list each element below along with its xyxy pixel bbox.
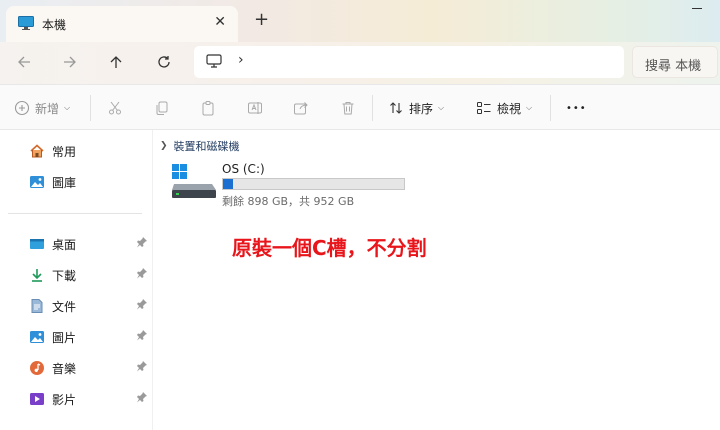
sidebar-item-label: 文件 <box>52 299 77 314</box>
sidebar-item-label: 音樂 <box>52 361 77 376</box>
chevron-down-icon: ⌵ <box>438 103 445 112</box>
documents-icon <box>28 297 46 315</box>
sidebar-item-music[interactable]: 音樂 <box>28 357 152 379</box>
sidebar-item-label: 圖庫 <box>52 175 77 190</box>
divider <box>372 95 373 121</box>
pin-icon[interactable] <box>136 267 148 279</box>
view-list-icon <box>477 102 491 114</box>
sort-icon <box>390 102 402 114</box>
forward-button[interactable] <box>58 50 82 74</box>
pane-divider <box>152 130 153 430</box>
drive-item-c[interactable]: OS (C:) 剩餘 898 GB，共 952 GB <box>172 160 412 208</box>
sidebar-item-label: 桌面 <box>52 237 77 252</box>
arrow-right-icon <box>64 56 76 68</box>
share-icon <box>294 102 308 115</box>
annotation-text: 原裝一個C槽，不分割 <box>232 236 427 260</box>
drive-usage-fill <box>223 179 234 189</box>
desktop-folder-icon <box>28 235 46 253</box>
sidebar-item-gallery[interactable]: 圖庫 <box>28 171 152 193</box>
drive-usage-bar <box>222 178 405 190</box>
sidebar-item-pictures[interactable]: 圖片 <box>28 326 152 348</box>
view-button[interactable]: 檢視 ⌵ <box>476 97 532 119</box>
navigation-bar: › 搜尋 本機 <box>0 42 720 84</box>
new-label: 新增 <box>35 101 60 116</box>
gallery-icon <box>28 173 46 191</box>
pin-icon[interactable] <box>136 298 148 310</box>
pin-icon[interactable] <box>136 391 148 403</box>
pictures-icon <box>28 328 46 346</box>
tab-this-pc[interactable]: 本機 ✕ <box>6 6 238 42</box>
back-button[interactable] <box>12 50 36 74</box>
sidebar-item-label: 影片 <box>52 392 77 407</box>
monitor-icon <box>18 16 34 30</box>
drive-space-info: 剩餘 898 GB，共 952 GB <box>222 195 355 208</box>
address-bar[interactable]: › <box>194 46 624 78</box>
paste-icon <box>202 101 214 116</box>
minimize-button[interactable] <box>692 8 702 9</box>
sidebar-item-desktop[interactable]: 桌面 <box>28 233 152 255</box>
pin-icon[interactable] <box>136 236 148 248</box>
copy-icon <box>156 101 168 115</box>
navigation-pane: 常用 圖庫 桌面 下載 文件 圖片 音樂 影片 <box>0 130 152 430</box>
title-bar: 本機 ✕ + <box>0 0 720 42</box>
sidebar-item-label: 下載 <box>52 268 77 283</box>
rename-button[interactable] <box>247 97 263 119</box>
group-title: 裝置和磁碟機 <box>173 140 240 153</box>
sidebar-item-videos[interactable]: 影片 <box>28 388 152 410</box>
copy-button[interactable] <box>154 97 170 119</box>
search-box[interactable]: 搜尋 本機 <box>632 46 718 78</box>
pin-icon[interactable] <box>136 329 148 341</box>
share-button[interactable] <box>293 97 309 119</box>
refresh-button[interactable] <box>152 50 176 74</box>
arrow-up-icon <box>110 56 122 68</box>
sidebar-item-home[interactable]: 常用 <box>28 140 152 162</box>
search-placeholder: 搜尋 本機 <box>645 59 702 74</box>
scissors-icon <box>109 101 121 115</box>
command-bar: 新增 ⌵ 排序 ⌵ 檢視 ⌵ ••• <box>0 84 720 130</box>
up-button[interactable] <box>104 50 128 74</box>
music-icon <box>28 359 46 377</box>
divider <box>90 95 91 121</box>
windows-drive-icon <box>172 164 216 198</box>
sidebar-item-downloads[interactable]: 下載 <box>28 264 152 286</box>
chevron-down-icon: ❯ <box>160 141 168 151</box>
tab-title: 本機 <box>42 18 67 32</box>
cut-button[interactable] <box>107 97 123 119</box>
rename-icon <box>248 102 262 114</box>
download-icon <box>28 266 46 284</box>
view-label: 檢視 <box>497 101 522 116</box>
home-icon <box>28 142 46 160</box>
chevron-down-icon: ⌵ <box>64 103 71 112</box>
more-options-button[interactable]: ••• <box>566 97 587 119</box>
drive-name: OS (C:) <box>222 162 265 176</box>
sidebar-item-label: 圖片 <box>52 330 77 345</box>
computer-icon <box>206 54 222 68</box>
chevron-down-icon: ⌵ <box>526 103 533 112</box>
plus-circle-icon <box>14 100 30 116</box>
sort-button[interactable]: 排序 ⌵ <box>388 97 444 119</box>
videos-icon <box>28 390 46 408</box>
group-header-devices[interactable]: ❯ 裝置和磁碟機 <box>160 138 240 154</box>
new-button[interactable]: 新增 ⌵ <box>14 97 70 119</box>
paste-button[interactable] <box>200 97 216 119</box>
new-tab-button[interactable]: + <box>254 10 269 30</box>
sidebar-item-documents[interactable]: 文件 <box>28 295 152 317</box>
delete-button[interactable] <box>340 97 356 119</box>
trash-icon <box>342 102 354 115</box>
sidebar-item-label: 常用 <box>52 144 77 159</box>
divider <box>550 95 551 121</box>
arrow-left-icon <box>18 56 30 68</box>
close-tab-button[interactable]: ✕ <box>214 14 226 30</box>
sidebar-divider <box>8 213 142 214</box>
breadcrumb-chevron[interactable]: › <box>238 52 244 68</box>
pin-icon[interactable] <box>136 360 148 372</box>
sort-label: 排序 <box>409 101 434 116</box>
refresh-icon <box>158 56 170 68</box>
